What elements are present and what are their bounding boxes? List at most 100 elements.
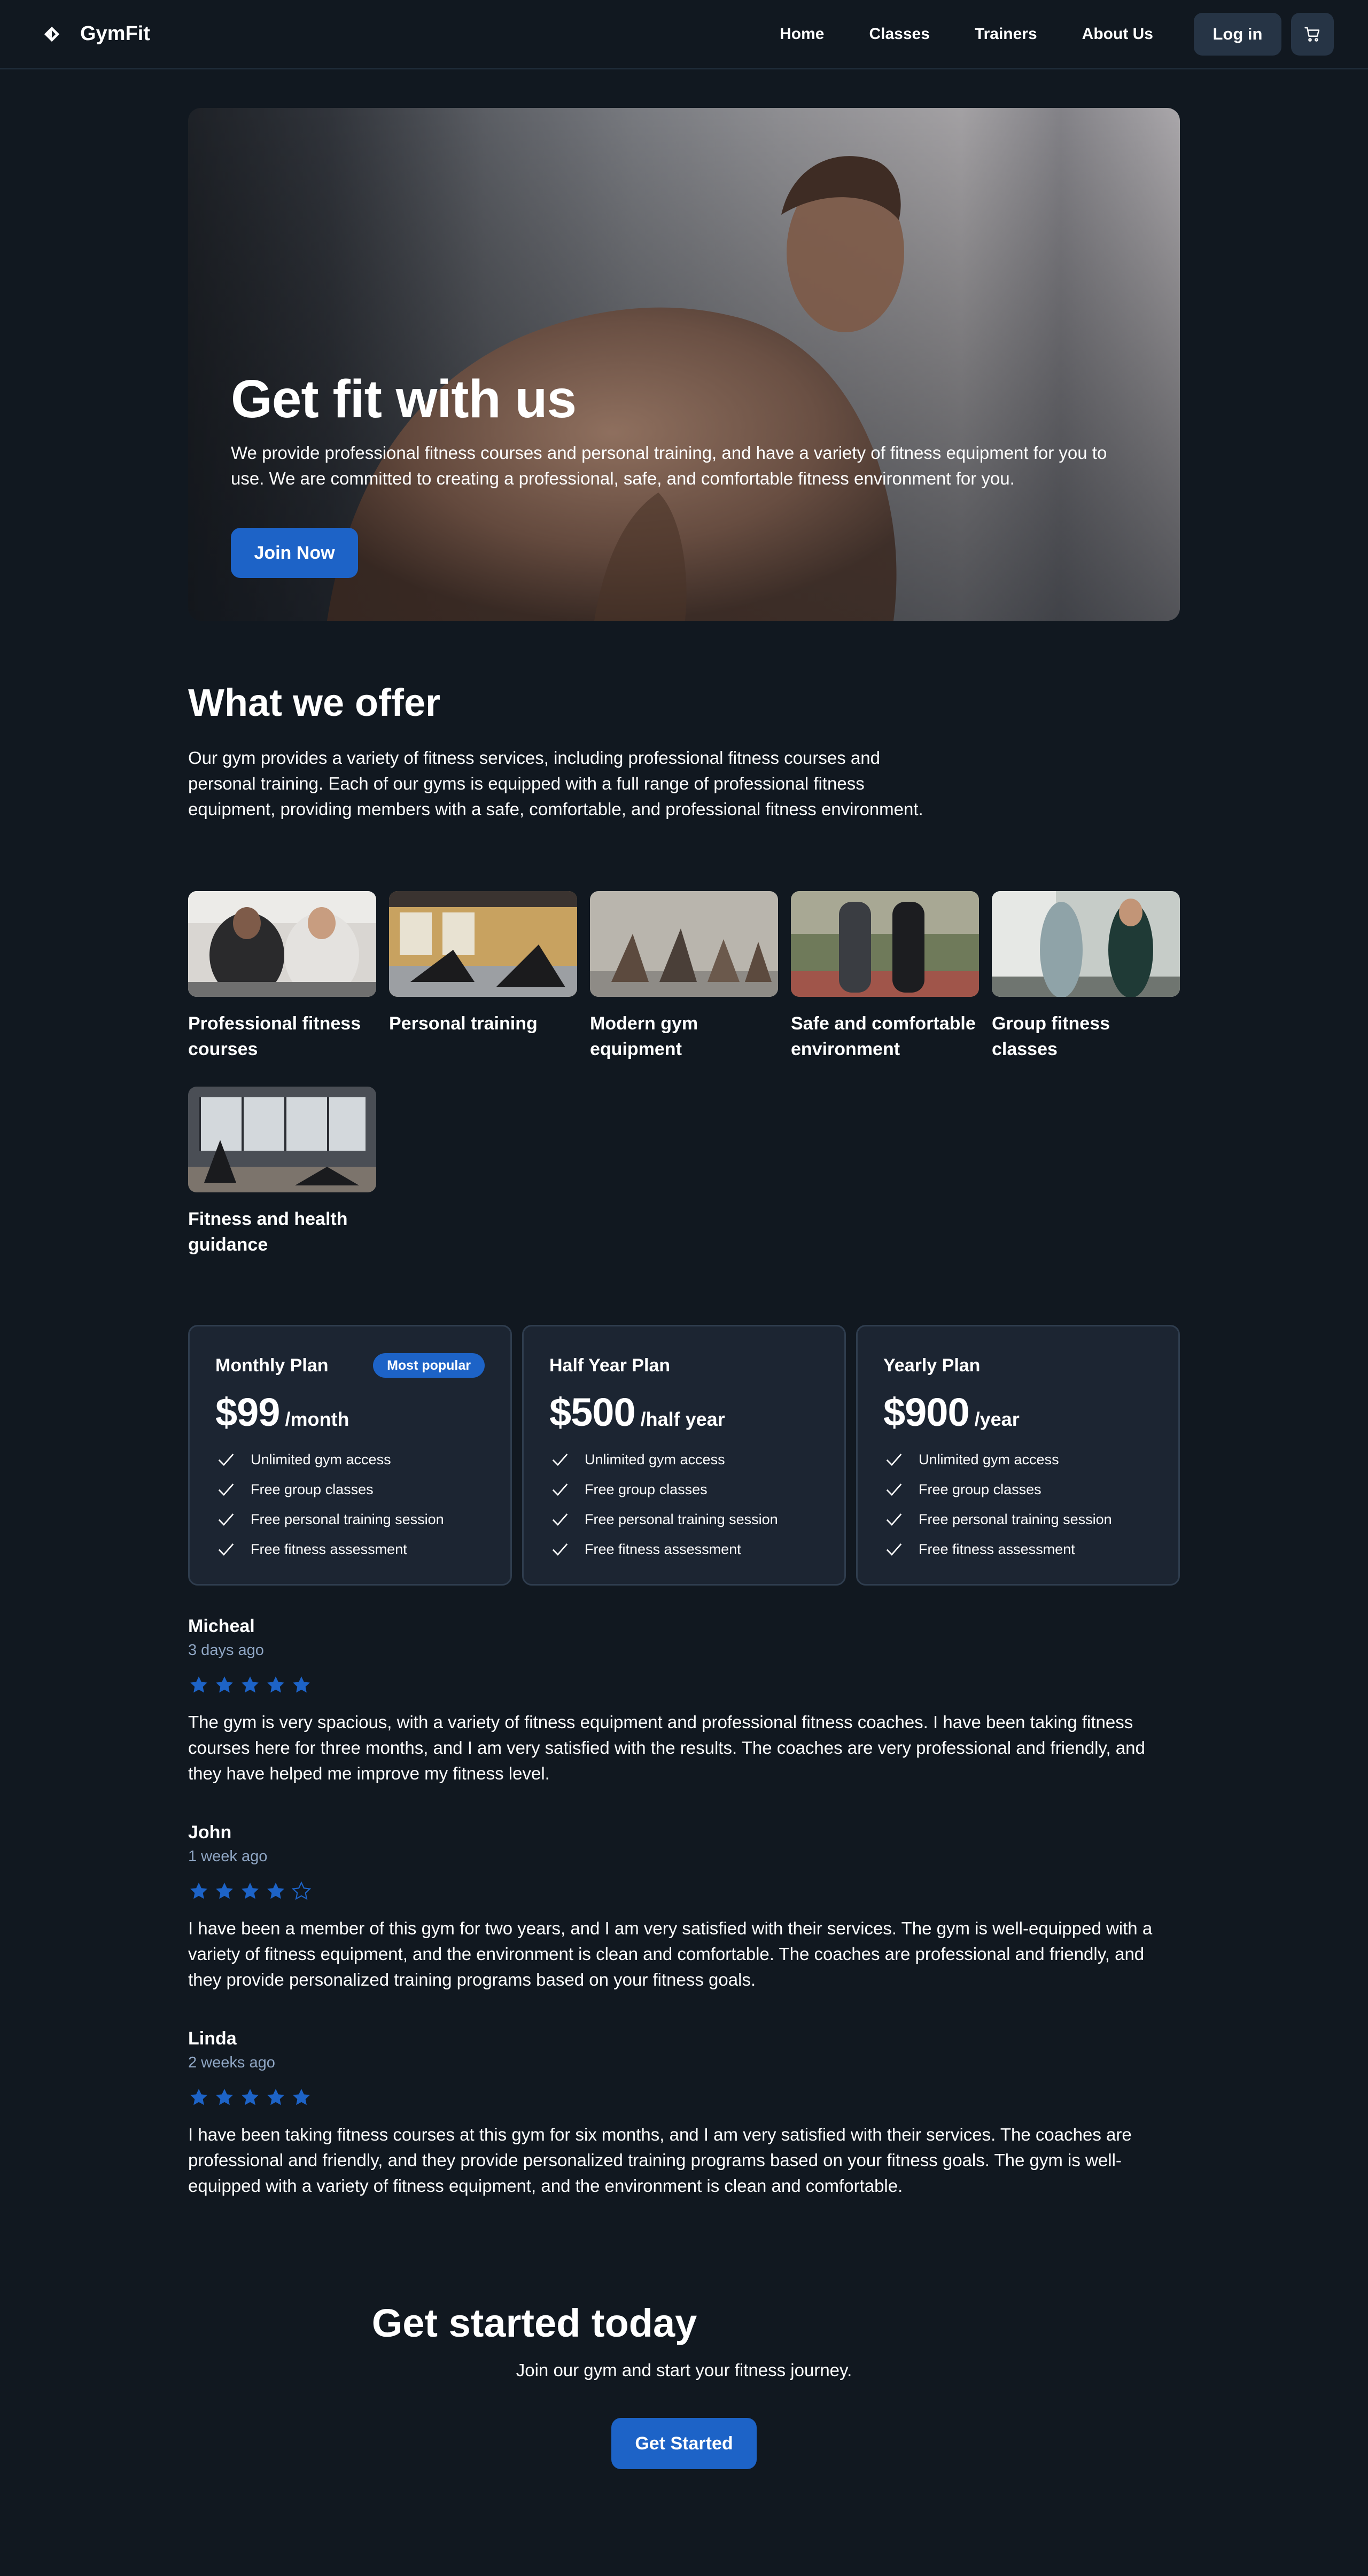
star-filled-icon bbox=[291, 2087, 312, 2108]
get-started-button[interactable]: Get Started bbox=[611, 2418, 757, 2469]
plan-feature-text: Free personal training session bbox=[585, 1511, 778, 1527]
site-header: GymFit Home Classes Trainers About Us Lo… bbox=[0, 0, 1368, 69]
offer-label: Professional fitness courses bbox=[188, 1013, 361, 1059]
plan-feature-text: Free fitness assessment bbox=[585, 1541, 741, 1557]
plan-card-monthly[interactable]: Monthly Plan Most popular $99 /month Unl… bbox=[188, 1325, 512, 1586]
star-filled-icon bbox=[265, 2087, 286, 2108]
plan-feature-text: Free personal training session bbox=[251, 1511, 444, 1527]
plan-card-yearly[interactable]: Yearly Plan $900 /year Unlimited gym acc… bbox=[856, 1325, 1180, 1586]
check-icon bbox=[883, 1449, 905, 1470]
plan-feature: Free group classes bbox=[215, 1474, 485, 1504]
star-rating bbox=[188, 2087, 1180, 2108]
check-icon bbox=[883, 1539, 905, 1560]
plan-price-unit: /year bbox=[974, 1408, 1020, 1430]
plan-card-half-year[interactable]: Half Year Plan $500 /half year Unlimited… bbox=[522, 1325, 846, 1586]
plan-feature: Free group classes bbox=[883, 1474, 1153, 1504]
plan-feature: Unlimited gym access bbox=[549, 1445, 819, 1474]
plan-feature: Free personal training session bbox=[215, 1504, 485, 1534]
offer-card-professional-courses[interactable]: Professional fitness courses bbox=[188, 891, 376, 1062]
offer-image-health-guidance bbox=[188, 1087, 376, 1192]
login-button[interactable]: Log in bbox=[1194, 12, 1281, 56]
review-time: 1 week ago bbox=[188, 1848, 268, 1865]
check-icon bbox=[215, 1509, 237, 1530]
offer-card-safe-environment[interactable]: Safe and comfortable environment bbox=[791, 891, 979, 1062]
plan-name: Monthly Plan bbox=[215, 1355, 329, 1376]
offer-card-health-guidance[interactable]: Fitness and health guidance bbox=[188, 1087, 376, 1258]
plan-price: $900 bbox=[883, 1390, 970, 1434]
check-icon bbox=[883, 1479, 905, 1500]
offer-image-professional-courses bbox=[188, 891, 376, 997]
star-rating bbox=[188, 1674, 1180, 1696]
plan-feature: Free personal training session bbox=[549, 1504, 819, 1534]
offer-card-modern-equipment[interactable]: Modern gym equipment bbox=[590, 891, 778, 1062]
diamond-logo-icon bbox=[43, 25, 61, 43]
hero-title: Get fit with us bbox=[231, 369, 577, 429]
check-icon bbox=[215, 1479, 237, 1500]
nav-classes[interactable]: Classes bbox=[869, 25, 930, 43]
plan-feature: Free fitness assessment bbox=[549, 1534, 819, 1564]
plan-feature: Free group classes bbox=[549, 1474, 819, 1504]
cart-button[interactable] bbox=[1291, 12, 1334, 56]
main-nav: Home Classes Trainers About Us bbox=[780, 25, 1153, 43]
plan-name: Half Year Plan bbox=[549, 1355, 671, 1376]
review-text: I have been taking fitness courses at th… bbox=[188, 2125, 1132, 2196]
cta-description: Join our gym and start your fitness jour… bbox=[516, 2360, 852, 2380]
plan-feature-text: Free fitness assessment bbox=[251, 1541, 407, 1557]
star-filled-icon bbox=[239, 2087, 261, 2108]
star-filled-icon bbox=[265, 1674, 286, 1696]
offer-label: Safe and comfortable environment bbox=[791, 1013, 976, 1059]
offer-image-modern-equipment bbox=[590, 891, 778, 997]
plan-feature-text: Free group classes bbox=[585, 1481, 708, 1497]
most-popular-badge: Most popular bbox=[373, 1353, 485, 1378]
join-now-button[interactable]: Join Now bbox=[231, 528, 358, 578]
review-time: 3 days ago bbox=[188, 1642, 264, 1659]
nav-trainers[interactable]: Trainers bbox=[975, 25, 1037, 43]
brand-name: GymFit bbox=[80, 22, 150, 45]
check-icon bbox=[215, 1539, 237, 1560]
offer-title: What we offer bbox=[188, 682, 441, 724]
plan-feature: Free fitness assessment bbox=[883, 1534, 1153, 1564]
hero-description: We provide professional fitness courses … bbox=[231, 443, 1107, 488]
plan-name: Yearly Plan bbox=[883, 1355, 981, 1376]
plan-feature-text: Free personal training session bbox=[919, 1511, 1112, 1527]
check-icon bbox=[549, 1539, 571, 1560]
offer-label: Modern gym equipment bbox=[590, 1013, 698, 1059]
brand[interactable]: GymFit bbox=[43, 22, 150, 45]
offer-card-personal-training[interactable]: Personal training bbox=[389, 891, 577, 1036]
review-item: Micheal 3 days ago The gym is very spaci… bbox=[188, 1613, 1180, 1786]
star-filled-icon bbox=[239, 1880, 261, 1902]
offer-image-group-classes bbox=[992, 891, 1180, 997]
star-filled-icon bbox=[214, 2087, 235, 2108]
plan-price: $99 bbox=[215, 1390, 280, 1434]
plan-price-unit: /half year bbox=[640, 1408, 725, 1430]
offer-image-personal-training bbox=[389, 891, 577, 997]
offer-label: Fitness and health guidance bbox=[188, 1209, 348, 1255]
plan-features: Unlimited gym access Free group classes … bbox=[883, 1445, 1153, 1564]
star-filled-icon bbox=[188, 1674, 209, 1696]
plan-feature-text: Unlimited gym access bbox=[251, 1451, 391, 1467]
plan-features: Unlimited gym access Free group classes … bbox=[549, 1445, 819, 1564]
plan-feature-text: Unlimited gym access bbox=[585, 1451, 725, 1467]
check-icon bbox=[215, 1449, 237, 1470]
nav-about-us[interactable]: About Us bbox=[1082, 25, 1153, 43]
offer-image-safe-environment bbox=[791, 891, 979, 997]
plan-feature: Unlimited gym access bbox=[215, 1445, 485, 1474]
review-time: 2 weeks ago bbox=[188, 2054, 275, 2071]
check-icon bbox=[883, 1509, 905, 1530]
review-text: I have been a member of this gym for two… bbox=[188, 1918, 1153, 1989]
star-filled-icon bbox=[214, 1674, 235, 1696]
star-filled-icon bbox=[214, 1880, 235, 1902]
plan-feature-text: Free fitness assessment bbox=[919, 1541, 1075, 1557]
plan-feature-text: Free group classes bbox=[919, 1481, 1041, 1497]
plan-feature: Free fitness assessment bbox=[215, 1534, 485, 1564]
cta-title: Get started today bbox=[0, 2300, 1368, 2346]
star-filled-icon bbox=[239, 1674, 261, 1696]
star-empty-icon bbox=[291, 1880, 312, 1902]
offer-card-group-classes[interactable]: Group fitness classes bbox=[992, 891, 1180, 1062]
plan-feature: Unlimited gym access bbox=[883, 1445, 1153, 1474]
plan-feature: Free personal training session bbox=[883, 1504, 1153, 1534]
star-filled-icon bbox=[188, 2087, 209, 2108]
offer-label: Personal training bbox=[389, 1013, 538, 1034]
nav-home[interactable]: Home bbox=[780, 25, 824, 43]
star-filled-icon bbox=[265, 1880, 286, 1902]
